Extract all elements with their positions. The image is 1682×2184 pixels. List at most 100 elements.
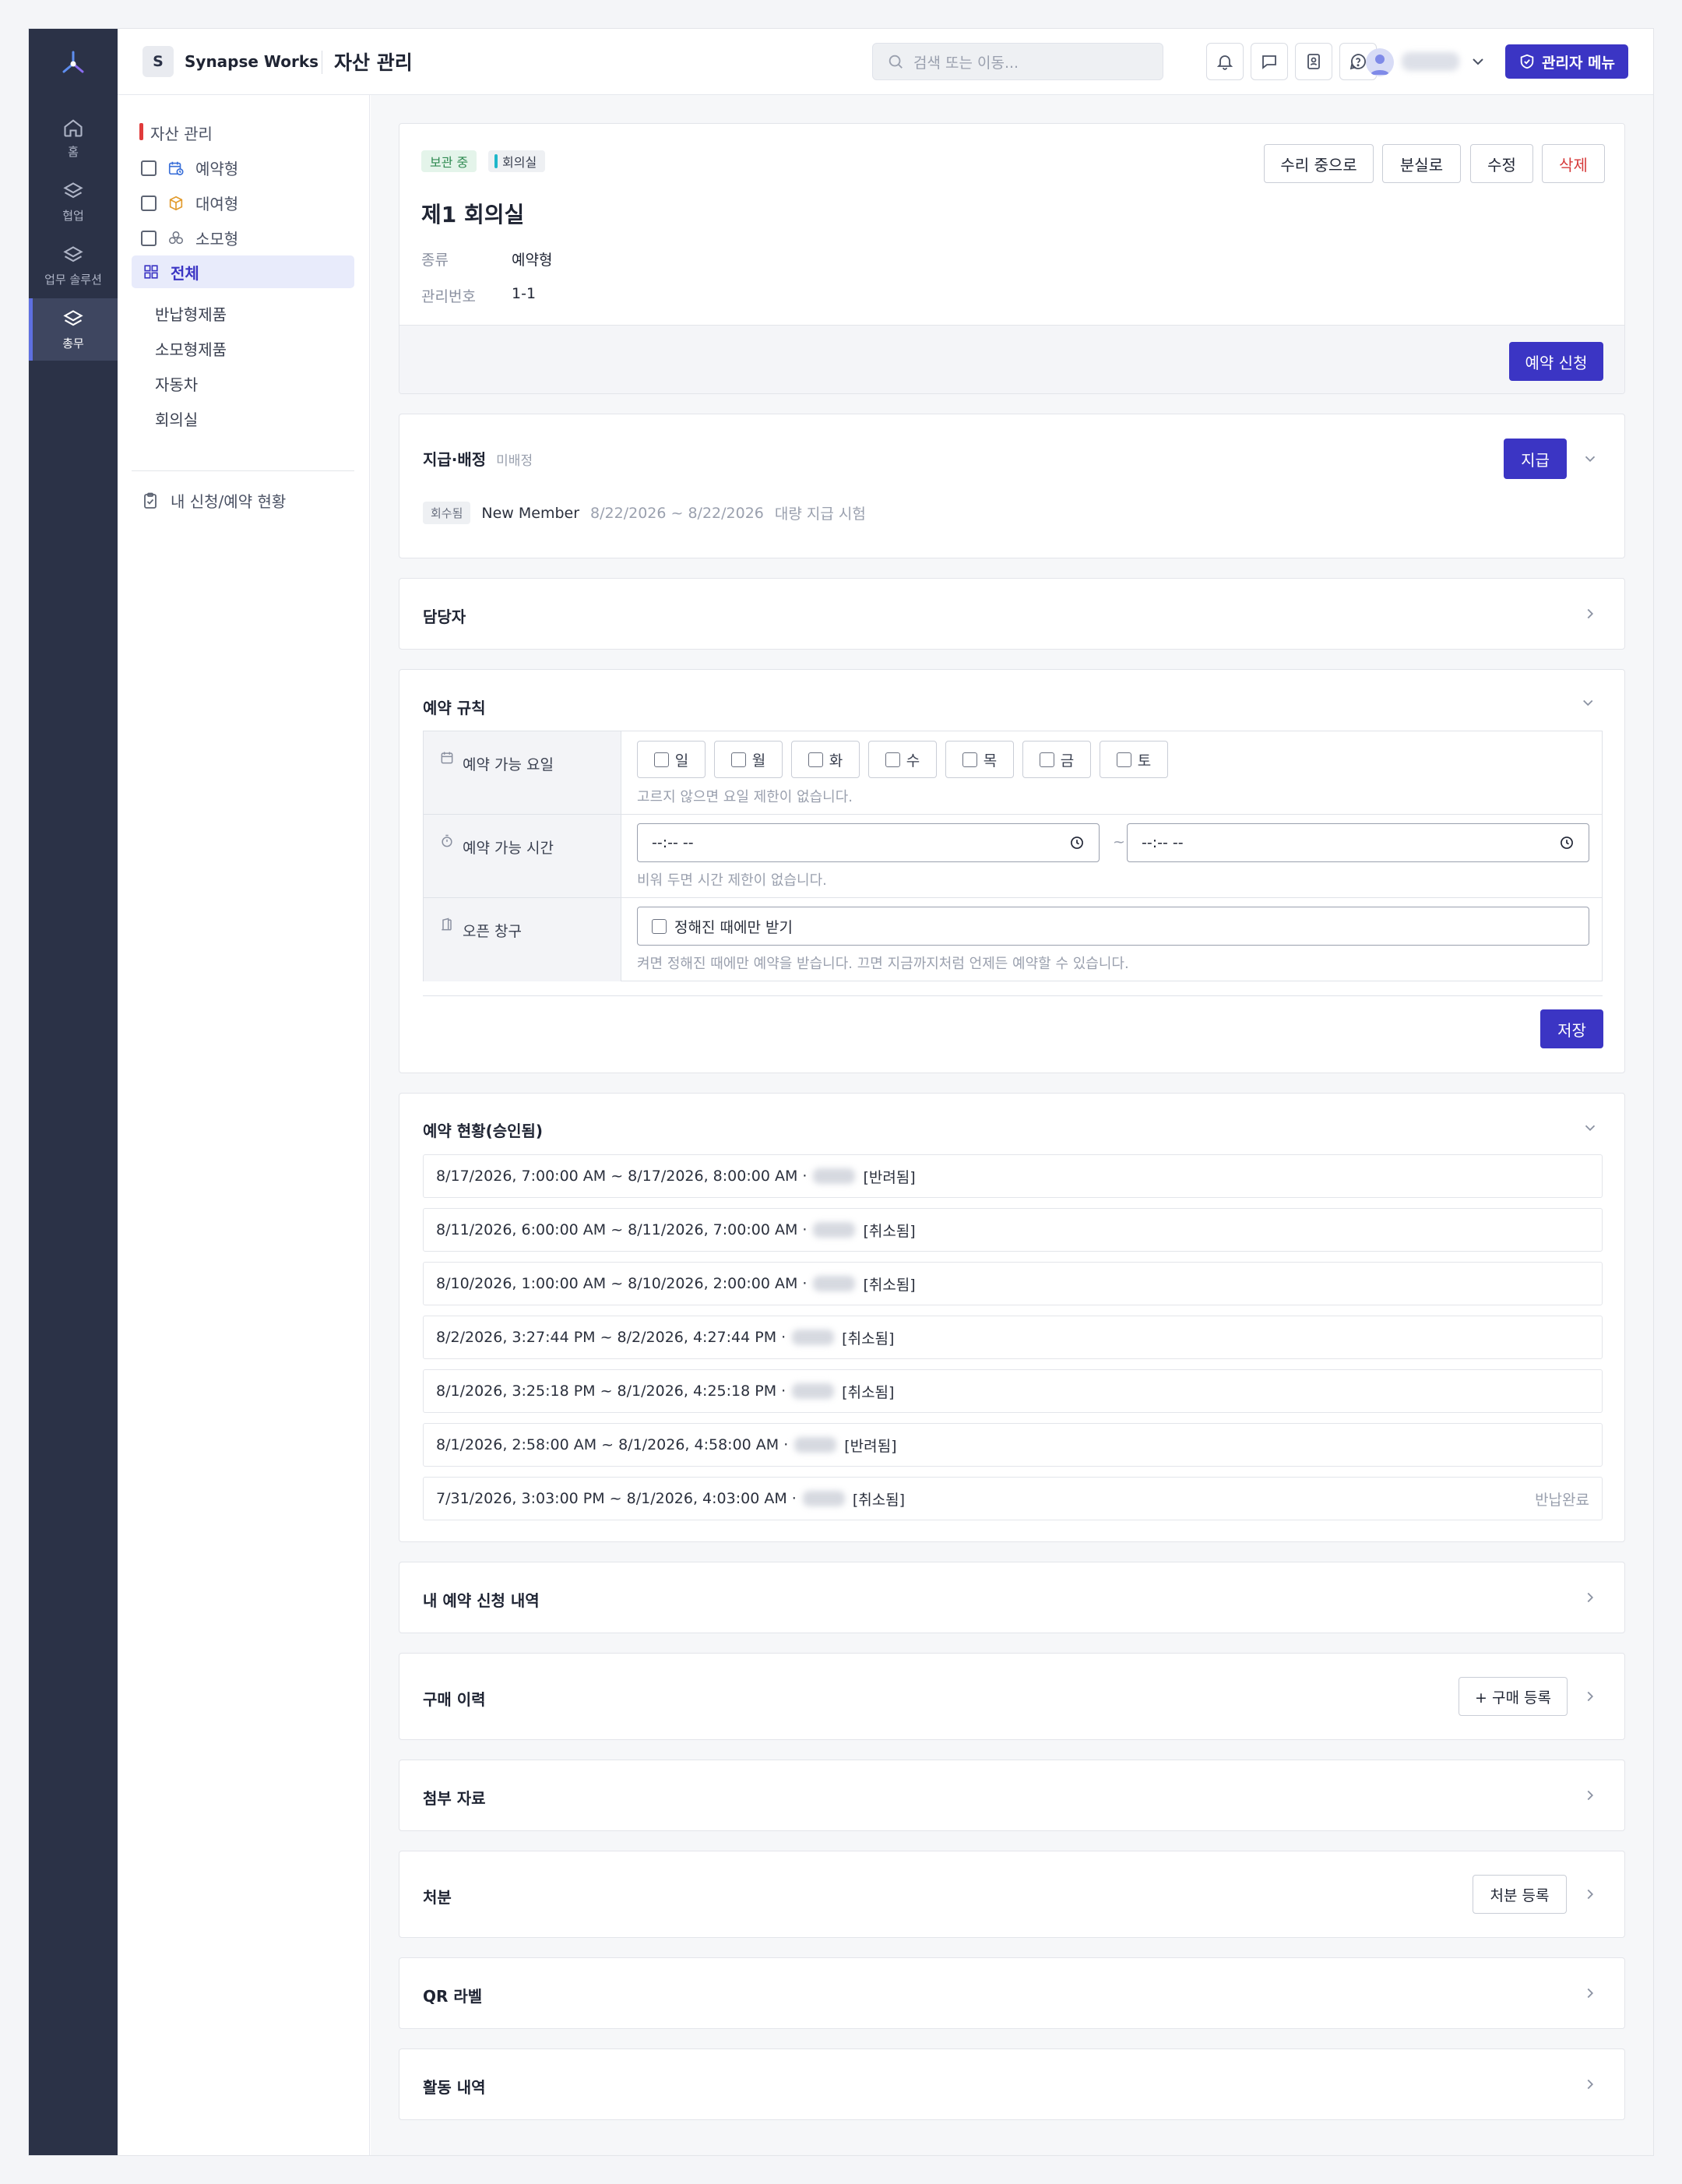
checkbox[interactable] xyxy=(885,752,900,767)
mark-repair-button[interactable]: 수리 중으로 xyxy=(1264,144,1374,183)
timer-icon xyxy=(442,834,452,847)
checkbox[interactable] xyxy=(1116,752,1131,767)
checkbox[interactable] xyxy=(962,752,977,767)
my-requests-card[interactable]: 내 예약 신청 내역 xyxy=(399,1562,1625,1633)
day-label: 월 xyxy=(751,752,766,770)
checkbox[interactable] xyxy=(141,195,157,211)
chevron-down-icon[interactable] xyxy=(1582,450,1599,467)
disposal-card[interactable]: 처분 처분 등록 xyxy=(399,1851,1625,1938)
rule-label-text: 오픈 창구 xyxy=(463,923,522,940)
help-icon xyxy=(1349,54,1366,70)
checkbox[interactable] xyxy=(730,752,746,767)
layers-icon xyxy=(63,245,83,262)
start-time-input[interactable]: --:-- -- xyxy=(637,823,1100,862)
checkbox[interactable] xyxy=(652,918,667,934)
checkbox[interactable] xyxy=(1039,752,1054,767)
app-logo-icon[interactable] xyxy=(58,48,89,79)
supply-button[interactable]: 지급 xyxy=(1504,439,1567,479)
attachments-card[interactable]: 첨부 자료 xyxy=(399,1760,1625,1831)
day-toggle-mon[interactable]: 월 xyxy=(714,741,783,778)
chevron-down-icon[interactable] xyxy=(1469,52,1487,71)
checkbox[interactable] xyxy=(141,160,157,176)
user-name-redacted[interactable] xyxy=(1402,52,1459,71)
add-disposal-button[interactable]: 처분 등록 xyxy=(1473,1875,1567,1914)
search-input[interactable]: 검색 또는 이동... xyxy=(872,43,1163,80)
my-requests-link[interactable]: 내 신청/예약 현황 xyxy=(141,489,286,512)
section-title: 담당자 xyxy=(423,608,466,626)
save-button[interactable]: 저장 xyxy=(1540,1009,1603,1048)
day-toggle-thu[interactable]: 목 xyxy=(945,741,1014,778)
booking-row[interactable]: 8/1/2026, 3:25:18 PM ~ 8/1/2026, 4:25:18… xyxy=(423,1369,1603,1413)
rail-item-home[interactable]: 홈 xyxy=(29,107,118,169)
delete-button[interactable]: 삭제 xyxy=(1542,144,1605,183)
divider xyxy=(132,470,354,471)
day-toggle-sat[interactable]: 토 xyxy=(1100,741,1168,778)
rail-item-solutions[interactable]: 업무 솔루션 xyxy=(29,234,118,297)
status-badge: 보관 중 xyxy=(421,150,477,172)
checkbox[interactable] xyxy=(653,752,669,767)
booking-row[interactable]: 8/11/2026, 6:00:00 AM ~ 8/11/2026, 7:00:… xyxy=(423,1208,1603,1252)
purchase-history-card[interactable]: 구매 이력 + 구매 등록 xyxy=(399,1653,1625,1740)
asset-summary-card: 보관 중 회의실 수리 중으로 분실로 수정 삭제 제1 회의실 종류 예약형 … xyxy=(399,123,1625,394)
supply-entry: 회수됨 New Member 8/22/2026 ~ 8/22/2026 대량 … xyxy=(423,502,866,524)
category-all[interactable]: 전체 xyxy=(132,255,354,288)
booking-row[interactable]: 8/10/2026, 1:00:00 AM ~ 8/10/2026, 2:00:… xyxy=(423,1262,1603,1305)
chevron-right-icon xyxy=(1587,1691,1594,1702)
checkbox[interactable] xyxy=(808,752,823,767)
org-name[interactable]: Synapse Works xyxy=(185,52,318,71)
category-item[interactable]: 자동차 xyxy=(155,372,198,395)
day-toggle-wed[interactable]: 수 xyxy=(868,741,937,778)
org-avatar[interactable]: S xyxy=(143,46,174,77)
reserve-button[interactable]: 예약 신청 xyxy=(1509,342,1603,381)
day-label: 금 xyxy=(1060,752,1075,770)
day-toggle-fri[interactable]: 금 xyxy=(1022,741,1091,778)
activity-card[interactable]: 활동 내역 xyxy=(399,2048,1625,2120)
messages-button[interactable] xyxy=(1251,43,1288,80)
booking-row[interactable]: 8/1/2026, 2:58:00 AM ~ 8/1/2026, 4:58:00… xyxy=(423,1423,1603,1467)
category-item[interactable]: 반납형제품 xyxy=(155,302,227,325)
status-badge: 회수됨 xyxy=(423,502,471,524)
edit-button[interactable]: 수정 xyxy=(1470,144,1533,183)
chevron-down-icon[interactable] xyxy=(1582,1119,1599,1136)
field-label: 관리번호 xyxy=(421,288,476,305)
category-item[interactable]: 소모형제품 xyxy=(155,337,227,360)
day-toggle-sun[interactable]: 일 xyxy=(637,741,706,778)
booking-range: 7/31/2026, 3:03:00 PM ~ 8/1/2026, 4:03:0… xyxy=(436,1490,797,1507)
booking-row[interactable]: 7/31/2026, 3:03:00 PM ~ 8/1/2026, 4:03:0… xyxy=(423,1477,1603,1520)
category-item[interactable]: 회의실 xyxy=(155,407,198,430)
manager-card[interactable]: 담당자 xyxy=(399,578,1625,650)
mark-lost-button[interactable]: 분실로 xyxy=(1382,144,1461,183)
booking-state: [취소됨] xyxy=(842,1383,895,1401)
type-filter-rental[interactable]: 대여형 xyxy=(141,192,238,214)
clock-icon[interactable] xyxy=(1559,835,1575,851)
chevron-down-icon[interactable] xyxy=(1582,696,1599,713)
rail-item-collab[interactable]: 협업 xyxy=(29,171,118,233)
booking-row[interactable]: 8/2/2026, 3:27:44 PM ~ 8/2/2026, 4:27:44… xyxy=(423,1316,1603,1359)
field-value-type: 예약형 xyxy=(512,252,553,269)
qr-label-card[interactable]: QR 라벨 xyxy=(399,1957,1625,2029)
day-toggle-tue[interactable]: 화 xyxy=(791,741,860,778)
app-window: 홈 협업 업무 솔루션 총무 S Synapse Works 자산 관리 검색 … xyxy=(28,28,1654,2156)
contacts-button[interactable] xyxy=(1295,43,1332,80)
layers-icon xyxy=(63,181,83,198)
booking-state: [취소됨] xyxy=(863,1276,916,1294)
add-purchase-button[interactable]: + 구매 등록 xyxy=(1459,1677,1568,1716)
rule-row-days: 예약 가능 요일 일 월 화 수 목 금 토 고르지 않으면 요일 제한이 없습… xyxy=(424,731,1602,815)
booking-row[interactable]: 8/17/2026, 7:00:00 AM ~ 8/17/2026, 8:00:… xyxy=(423,1154,1603,1198)
hint-text: 비워 두면 시간 제한이 없습니다. xyxy=(637,872,827,889)
top-bar: S Synapse Works 자산 관리 검색 또는 이동... 관리자 메뉴 xyxy=(118,29,1653,95)
calendar-clock-icon xyxy=(168,161,184,175)
user-avatar[interactable] xyxy=(1366,48,1394,76)
clock-icon[interactable] xyxy=(1069,835,1085,851)
checkbox[interactable] xyxy=(141,230,157,246)
window-toggle[interactable]: 정해진 때에만 받기 xyxy=(637,907,1589,946)
type-filter-reservation[interactable]: 예약형 xyxy=(141,157,238,179)
type-filter-consumable[interactable]: 소모형 xyxy=(141,227,238,249)
contact-book-icon xyxy=(1307,54,1320,69)
notifications-button[interactable] xyxy=(1206,43,1244,80)
category-label: 전체 xyxy=(171,263,199,283)
end-time-input[interactable]: --:-- -- xyxy=(1127,823,1589,862)
admin-menu-button[interactable]: 관리자 메뉴 xyxy=(1505,44,1628,79)
rail-item-general-affairs[interactable]: 총무 xyxy=(29,298,118,361)
rule-label-text: 예약 가능 요일 xyxy=(463,756,554,773)
